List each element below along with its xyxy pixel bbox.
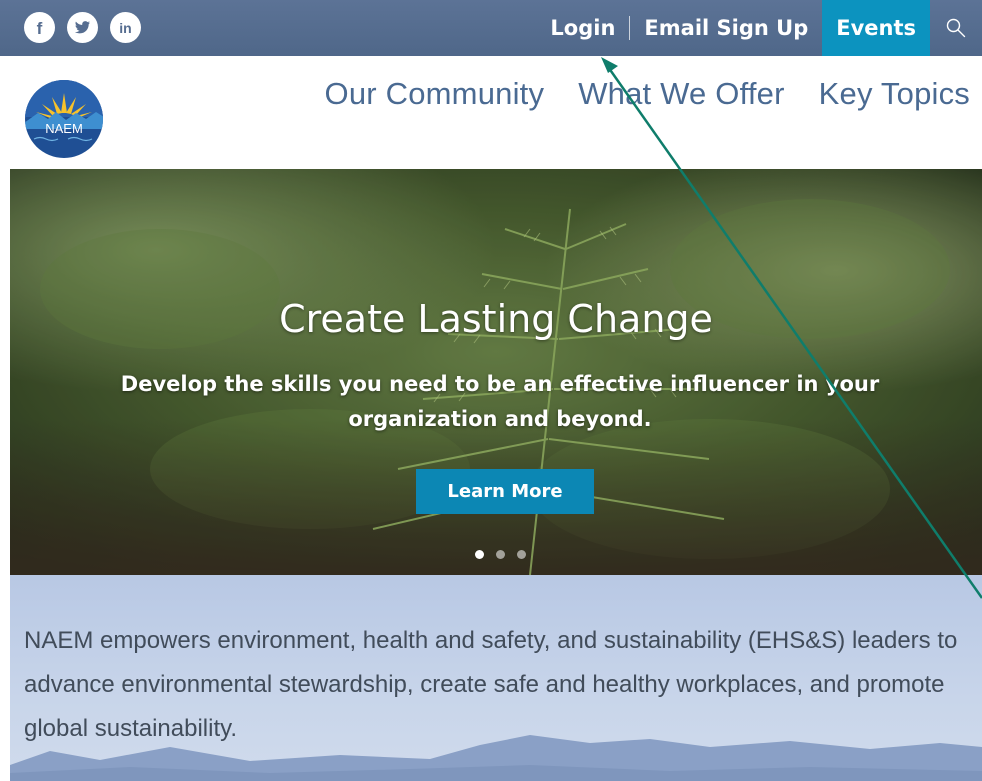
hero-title: Create Lasting Change bbox=[279, 297, 713, 341]
social-links: f in bbox=[24, 12, 141, 43]
logo-text: NAEM bbox=[45, 121, 83, 136]
svg-text:f: f bbox=[37, 19, 43, 38]
naem-logo[interactable]: NAEM bbox=[24, 79, 104, 159]
twitter-icon[interactable] bbox=[67, 12, 98, 43]
nav-item-what-we-offer[interactable]: What We Offer bbox=[578, 76, 784, 112]
carousel-dot[interactable] bbox=[496, 550, 505, 559]
mission-section: NAEM empowers environment, health and sa… bbox=[10, 575, 982, 781]
utility-nav: Login Email Sign Up Events bbox=[550, 0, 982, 62]
hero-subtitle: Develop the skills you need to be an eff… bbox=[120, 372, 880, 431]
login-link[interactable]: Login bbox=[550, 0, 629, 62]
mission-statement: NAEM empowers environment, health and sa… bbox=[24, 627, 958, 742]
hero-banner: Create Lasting Change Develop the skills… bbox=[10, 169, 982, 575]
search-button[interactable] bbox=[930, 0, 982, 56]
search-icon bbox=[946, 18, 966, 38]
carousel-dot[interactable] bbox=[517, 550, 526, 559]
page: f in Login Email Sign Up Events NAEM Our… bbox=[0, 0, 982, 781]
email-signup-link[interactable]: Email Sign Up bbox=[630, 0, 822, 62]
facebook-icon[interactable]: f bbox=[24, 12, 55, 43]
carousel-dots bbox=[475, 550, 526, 559]
primary-nav: Our Community What We Offer Key Topics bbox=[325, 76, 970, 112]
svg-text:in: in bbox=[119, 20, 131, 36]
carousel-dot[interactable] bbox=[475, 550, 484, 559]
nav-item-our-community[interactable]: Our Community bbox=[325, 76, 545, 112]
linkedin-icon[interactable]: in bbox=[110, 12, 141, 43]
events-tab[interactable]: Events bbox=[822, 0, 930, 62]
main-navigation: NAEM Our Community What We Offer Key Top… bbox=[0, 56, 982, 169]
learn-more-button[interactable]: Learn More bbox=[416, 469, 594, 514]
top-utility-bar: f in Login Email Sign Up Events bbox=[0, 0, 982, 62]
nav-item-key-topics[interactable]: Key Topics bbox=[819, 76, 970, 112]
